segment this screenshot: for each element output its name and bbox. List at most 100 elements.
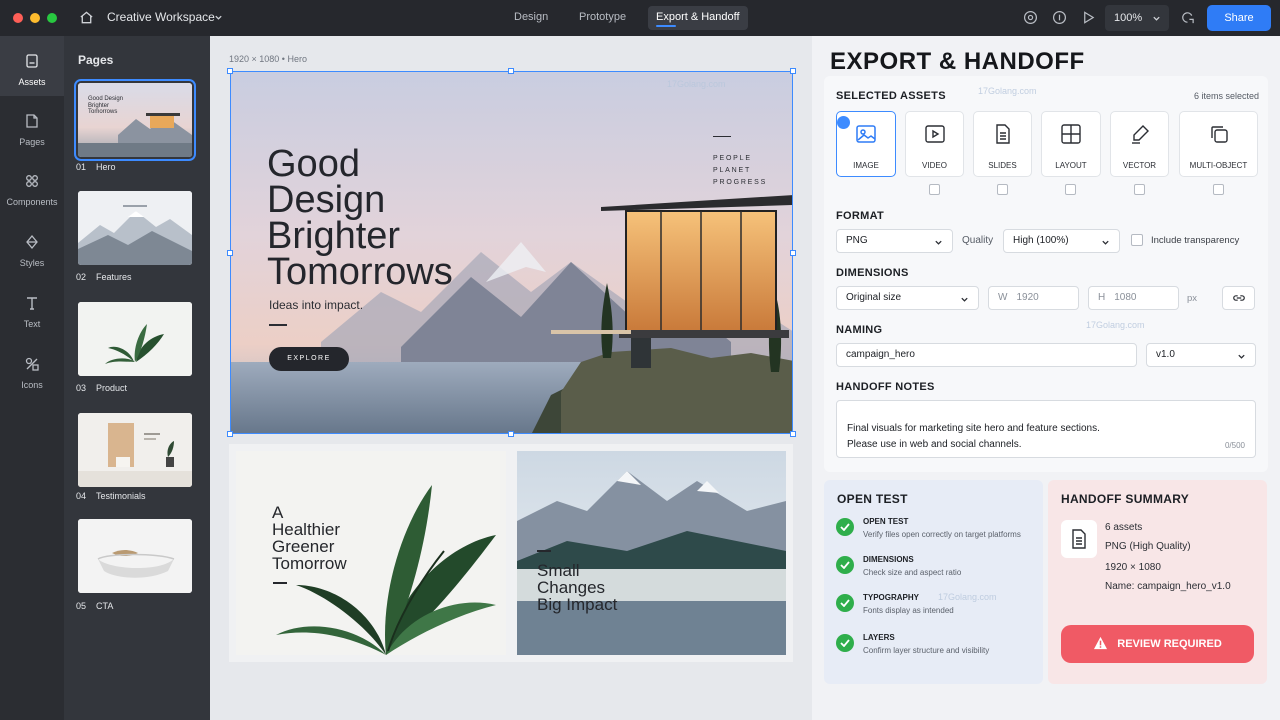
info-icon[interactable]	[1052, 10, 1067, 25]
rail-label: Pages	[19, 137, 45, 147]
asset-label: VECTOR	[1122, 161, 1157, 170]
asset-image-tile[interactable]: IMAGE	[836, 111, 896, 177]
asset-vector-checkbox[interactable]	[1134, 184, 1145, 195]
page-thumbnail-product[interactable]	[78, 302, 192, 376]
card-plant-text[interactable]: A Healthier Greener Tomorrow	[272, 504, 347, 572]
close-window-button[interactable]	[13, 13, 23, 23]
check-icon	[837, 116, 850, 137]
resize-handle[interactable]	[508, 431, 514, 437]
hero-frame[interactable]: Good Design Brighter Tomorrows Ideas int…	[230, 71, 793, 434]
summary-format: PNG (High Quality)	[1105, 541, 1191, 552]
quality-select[interactable]: High (100%)	[1003, 229, 1120, 253]
frame-label: 1920 × 1080 • Hero	[229, 54, 307, 64]
rail-item-pages[interactable]: Pages	[0, 96, 64, 156]
design-canvas[interactable]: 1920 × 1080 • Hero Good Design Brighter …	[210, 36, 812, 720]
check-circle-icon	[836, 634, 854, 652]
size-mode-value: Original size	[846, 292, 902, 303]
page-thumbnail-cta[interactable]	[78, 519, 192, 593]
hero-title[interactable]: Good Design Brighter Tomorrows	[267, 145, 487, 291]
check-item-title: OPEN TEST	[863, 517, 909, 526]
tab-design[interactable]: Design	[506, 6, 556, 30]
resize-handle[interactable]	[227, 250, 233, 256]
width-input[interactable]: W 1920	[988, 286, 1079, 310]
resize-handle[interactable]	[790, 68, 796, 74]
tab-export-handoff[interactable]: Export & Handoff	[648, 6, 748, 30]
chevron-down-icon	[935, 240, 942, 245]
asset-video-checkbox[interactable]	[929, 184, 940, 195]
resize-handle[interactable]	[227, 68, 233, 74]
link-dimensions-button[interactable]	[1222, 286, 1255, 310]
version-select[interactable]: v1.0	[1146, 343, 1256, 367]
resize-handle[interactable]	[790, 431, 796, 437]
collaborate-icon[interactable]	[1180, 10, 1195, 25]
file-name-value: campaign_hero	[846, 349, 915, 360]
card-plant-divider	[273, 582, 287, 584]
page-num: 02	[76, 272, 87, 282]
asset-slides-checkbox[interactable]	[997, 184, 1008, 195]
rail-item-assets[interactable]: Assets	[0, 36, 64, 96]
workspace-name[interactable]: Creative Workspace	[107, 10, 215, 24]
rail-item-text[interactable]: Text	[0, 278, 64, 338]
height-input[interactable]: H 1080	[1088, 286, 1179, 310]
page-thumbnail-features[interactable]	[78, 191, 192, 265]
resize-handle[interactable]	[790, 250, 796, 256]
rail-item-icons[interactable]: Icons	[0, 339, 64, 399]
page-thumbnail-testimonials[interactable]	[78, 413, 192, 487]
rail-item-styles[interactable]: Styles	[0, 217, 64, 277]
page-num: 04	[76, 491, 87, 501]
page-thumbnail-hero[interactable]: Good Design Brighter Tomorrows	[74, 79, 196, 161]
asset-layout-checkbox[interactable]	[1065, 184, 1076, 195]
version-value: v1.0	[1156, 349, 1175, 360]
zoom-select[interactable]: 100%	[1105, 5, 1169, 31]
file-name-input[interactable]: campaign_hero	[836, 343, 1137, 367]
pages-panel: Pages Good Design Brighter Tomorrows 01 H…	[64, 36, 210, 720]
quality-label: Quality	[962, 235, 994, 246]
format-select[interactable]: PNG	[836, 229, 953, 253]
chevron-down-icon	[1238, 354, 1245, 359]
page-label-testimonials: 04 Testimonials	[76, 491, 146, 501]
check-circle-icon	[836, 518, 854, 536]
asset-slides-tile[interactable]: SLIDES	[973, 111, 1032, 177]
hero-divider	[269, 324, 287, 326]
home-icon[interactable]	[79, 10, 94, 25]
summary-asset-count: 6 assets	[1105, 522, 1143, 533]
page-name: Testimonials	[96, 491, 146, 501]
size-mode-select[interactable]: Original size	[836, 286, 979, 310]
asset-video-tile[interactable]: VIDEO	[905, 111, 964, 177]
feature-card-plant[interactable]: A Healthier Greener Tomorrow	[236, 451, 506, 655]
hero-tagline[interactable]: PEOPLE PLANET PROGRESS	[713, 136, 773, 189]
asset-layout-tile[interactable]: LAYOUT	[1041, 111, 1101, 177]
share-button[interactable]: Share	[1207, 5, 1271, 31]
resize-handle[interactable]	[508, 68, 514, 74]
features-section[interactable]: A Healthier Greener Tomorrow Small Chang…	[229, 444, 793, 662]
shapes-icon	[25, 357, 39, 371]
asset-multi-object-checkbox[interactable]	[1213, 184, 1224, 195]
rail-item-components[interactable]: Components	[0, 156, 64, 216]
review-required-button[interactable]: REVIEW REQUIRED	[1061, 625, 1254, 663]
review-label: REVIEW REQUIRED	[1117, 638, 1222, 650]
feature-card-mountains[interactable]: Small Changes Big Impact	[517, 451, 786, 655]
asset-multi-object-tile[interactable]: MULTI-OBJECT	[1179, 111, 1258, 177]
notes-text: Final visuals for marketing site hero an…	[847, 423, 1100, 450]
minimize-window-button[interactable]	[30, 13, 40, 23]
transparency-checkbox[interactable]	[1131, 234, 1143, 246]
card-mountains-text[interactable]: Small Changes Big Impact	[537, 562, 617, 613]
resize-handle[interactable]	[227, 431, 233, 437]
maximize-window-button[interactable]	[47, 13, 57, 23]
hero-subtitle[interactable]: Ideas into impact.	[269, 298, 363, 312]
image-icon	[856, 125, 876, 143]
asset-label: VIDEO	[922, 161, 947, 170]
play-icon[interactable]	[1081, 10, 1096, 25]
chevron-down-icon[interactable]	[214, 13, 223, 22]
watermark-logo: 17Golang.com	[978, 86, 1037, 96]
transparency-label: Include transparency	[1151, 235, 1240, 246]
preview-icon[interactable]	[1023, 10, 1038, 25]
tab-prototype[interactable]: Prototype	[571, 6, 634, 30]
explore-button[interactable]: EXPLORE	[269, 347, 349, 371]
handoff-notes-textarea[interactable]: Final visuals for marketing site hero an…	[836, 400, 1256, 458]
asset-label: MULTI-OBJECT	[1189, 161, 1248, 170]
video-icon	[924, 125, 945, 143]
rail-label: Text	[23, 319, 41, 329]
chevron-down-icon	[961, 297, 968, 302]
asset-vector-tile[interactable]: VECTOR	[1110, 111, 1169, 177]
